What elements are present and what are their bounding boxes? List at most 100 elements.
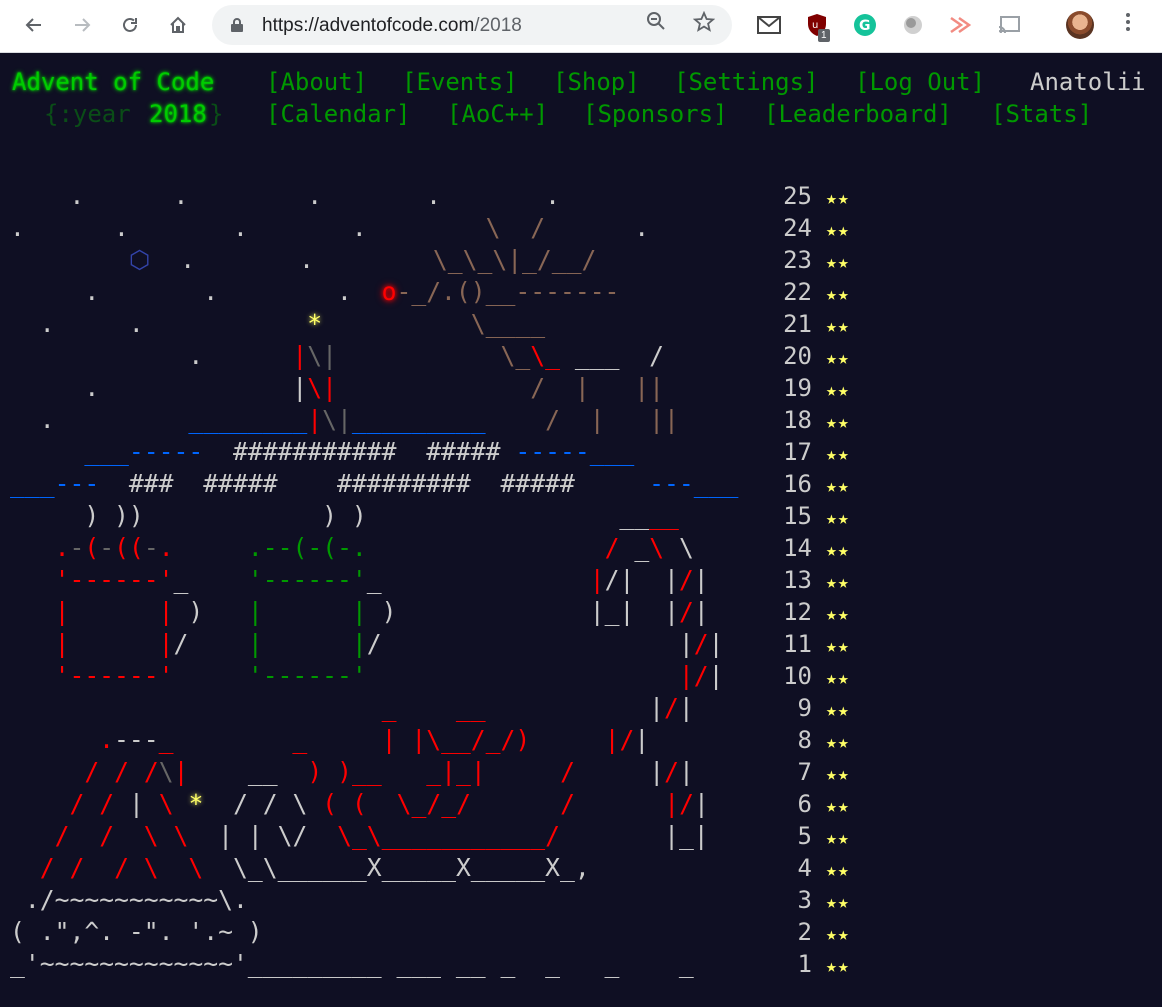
calendar-day-5[interactable]: 5 ★★ — [780, 820, 850, 852]
day-number: 12 — [783, 598, 812, 626]
calendar-day-25[interactable]: 25 ★★ — [780, 180, 850, 212]
nav-aoc-plus-plus[interactable]: [AoC++] — [447, 98, 548, 130]
calendar-day-8[interactable]: 8 ★★ — [780, 724, 850, 756]
calendar-day-2[interactable]: 2 ★★ — [780, 916, 850, 948]
calendar-day-15[interactable]: 15 ★★ — [780, 500, 850, 532]
day-number: 24 — [783, 214, 812, 242]
reload-icon[interactable] — [115, 10, 145, 40]
day-number: 21 — [783, 310, 812, 338]
day-number: 9 — [797, 694, 812, 722]
day-stars: ★★ — [826, 572, 850, 593]
day-number: 1 — [797, 950, 812, 978]
day-number: 25 — [783, 182, 812, 210]
home-icon[interactable] — [163, 10, 193, 40]
day-stars: ★★ — [826, 508, 850, 529]
day-number: 3 — [797, 886, 812, 914]
calendar-day-13[interactable]: 13 ★★ — [780, 564, 850, 596]
extension-circle-icon[interactable] — [899, 11, 927, 39]
calendar-day-17[interactable]: 17 ★★ — [780, 436, 850, 468]
nav-calendar[interactable]: [Calendar] — [266, 98, 411, 130]
day-stars: ★★ — [826, 476, 850, 497]
calendar-day-10[interactable]: 10 ★★ — [780, 660, 850, 692]
day-number: 2 — [797, 918, 812, 946]
zoom-out-icon[interactable] — [642, 11, 670, 39]
svg-text:G: G — [859, 18, 871, 34]
nav-leaderboard[interactable]: [Leaderboard] — [764, 98, 952, 130]
nav-log-out[interactable]: [Log Out] — [855, 66, 985, 98]
day-number: 22 — [783, 278, 812, 306]
calendar-day-3[interactable]: 3 ★★ — [780, 884, 850, 916]
day-number: 6 — [797, 790, 812, 818]
calendar-day-19[interactable]: 19 ★★ — [780, 372, 850, 404]
day-stars: ★★ — [826, 348, 850, 369]
calendar-art: . . . . . . . . . \ / . ⬡ . . \_\_\|_/__… — [10, 181, 739, 978]
day-stars: ★★ — [826, 604, 850, 625]
calendar-day-4[interactable]: 4 ★★ — [780, 852, 850, 884]
screen-cast-icon[interactable] — [995, 11, 1023, 39]
calendar-day-14[interactable]: 14 ★★ — [780, 532, 850, 564]
nav-stats[interactable]: [Stats] — [991, 98, 1092, 130]
day-stars: ★★ — [826, 188, 850, 209]
calendar-day-22[interactable]: 22 ★★ — [780, 276, 850, 308]
day-stars: ★★ — [826, 700, 850, 721]
day-stars: ★★ — [826, 892, 850, 913]
cast-play-icon[interactable] — [947, 11, 975, 39]
day-stars: ★★ — [826, 412, 850, 433]
day-stars: ★★ — [826, 796, 850, 817]
day-number: 11 — [783, 630, 812, 658]
calendar-day-7[interactable]: 7 ★★ — [780, 756, 850, 788]
year-value[interactable]: 2018 — [149, 98, 207, 130]
day-stars: ★★ — [826, 252, 850, 273]
site-title[interactable]: Advent of Code — [12, 66, 214, 98]
nav-about[interactable]: [About] — [266, 66, 367, 98]
day-number: 4 — [797, 854, 812, 882]
url-text[interactable]: https://adventofcode.com/2018 — [262, 15, 522, 37]
nav-events[interactable]: [Events] — [402, 66, 518, 98]
day-stars: ★★ — [826, 860, 850, 881]
day-number: 16 — [783, 470, 812, 498]
calendar-day-6[interactable]: 6 ★★ — [780, 788, 850, 820]
day-number: 20 — [783, 342, 812, 370]
calendar-day-11[interactable]: 11 ★★ — [780, 628, 850, 660]
back-arrow-icon[interactable] — [19, 10, 49, 40]
day-number: 17 — [783, 438, 812, 466]
day-number: 23 — [783, 246, 812, 274]
day-number: 10 — [783, 662, 812, 690]
nav-shop[interactable]: [Shop] — [553, 66, 640, 98]
day-number: 8 — [797, 726, 812, 754]
day-stars: ★★ — [826, 668, 850, 689]
day-stars: ★★ — [826, 764, 850, 785]
day-number: 13 — [783, 566, 812, 594]
calendar-day-23[interactable]: 23 ★★ — [780, 244, 850, 276]
calendar-day-16[interactable]: 16 ★★ — [780, 468, 850, 500]
calendar-day-24[interactable]: 24 ★★ — [780, 212, 850, 244]
profile-avatar[interactable] — [1066, 11, 1094, 39]
calendar-day-18[interactable]: 18 ★★ — [780, 404, 850, 436]
day-number: 7 — [797, 758, 812, 786]
forward-arrow-icon[interactable] — [67, 10, 97, 40]
url-path: /2018 — [474, 15, 522, 36]
calendar-day-12[interactable]: 12 ★★ — [780, 596, 850, 628]
calendar: . . . . . . . . . \ / . ⬡ . . \_\_\|_/__… — [0, 180, 1162, 1000]
day-stars: ★★ — [826, 284, 850, 305]
nav-settings[interactable]: [Settings] — [674, 66, 819, 98]
calendar-day-20[interactable]: 20 ★★ — [780, 340, 850, 372]
grammarly-icon[interactable]: G — [851, 11, 879, 39]
bookmark-star-icon[interactable] — [690, 10, 718, 39]
calendar-day-1[interactable]: 1 ★★ — [780, 948, 850, 980]
day-stars: ★★ — [826, 540, 850, 561]
vertical-dots-menu-icon[interactable] — [1116, 11, 1140, 39]
lock-icon — [230, 17, 244, 36]
day-stars: ★★ — [826, 956, 850, 977]
nav-sponsors[interactable]: [Sponsors] — [583, 98, 728, 130]
calendar-day-9[interactable]: 9 ★★ — [780, 692, 850, 724]
day-number: 5 — [797, 822, 812, 850]
day-stars: ★★ — [826, 924, 850, 945]
day-stars: ★★ — [826, 220, 850, 241]
year-prefix: {:year — [44, 100, 146, 128]
day-stars: ★★ — [826, 444, 850, 465]
calendar-day-21[interactable]: 21 ★★ — [780, 308, 850, 340]
user-name: Anatolii — [1030, 68, 1146, 96]
gmail-icon[interactable] — [755, 11, 783, 39]
address-bar[interactable]: https://adventofcode.com/2018 — [212, 5, 732, 45]
